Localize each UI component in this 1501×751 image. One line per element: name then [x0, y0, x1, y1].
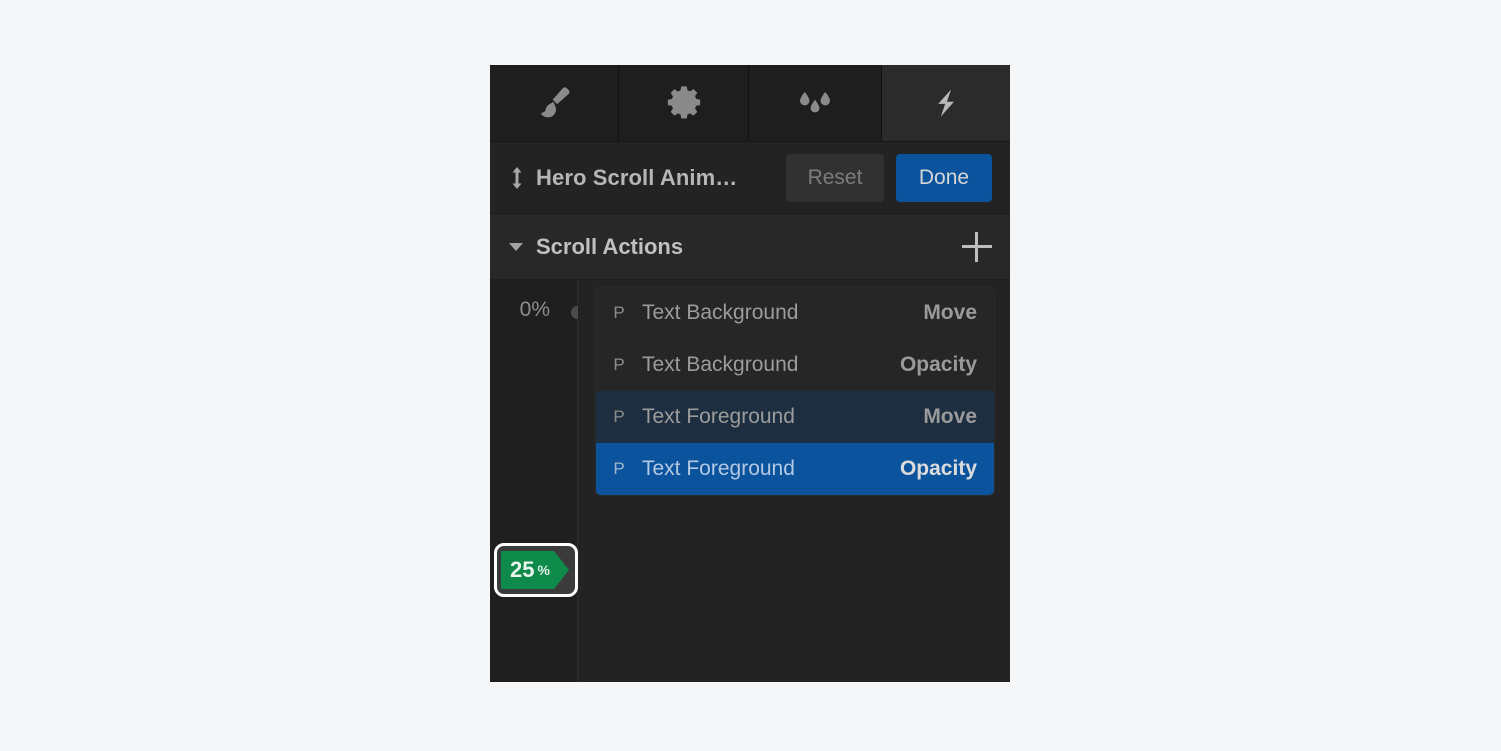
done-button[interactable]: Done [896, 153, 992, 202]
action-list-area: P Text Background Move P Text Background… [578, 280, 1010, 682]
action-target-label: Text Background [642, 301, 799, 324]
animation-name-label: Hero Scroll Anim… [536, 164, 738, 190]
tab-settings[interactable] [619, 65, 749, 141]
action-target-label: Text Foreground [642, 405, 795, 428]
action-property-label: Opacity [899, 457, 977, 480]
reset-button[interactable]: Reset [786, 153, 884, 202]
action-target-label: Text Foreground [642, 457, 795, 480]
scroll-actions-section-header[interactable]: Scroll Actions [490, 214, 1010, 280]
animation-title-bar: Hero Scroll Anim… Reset Done [490, 142, 1010, 214]
timeline-gutter[interactable]: 0% 25 % [490, 280, 584, 682]
timeline-playhead[interactable]: 25 % [494, 543, 578, 597]
action-property-label: Move [923, 405, 977, 428]
timeline-start-label: 0% [519, 298, 550, 321]
lightning-bolt-icon [928, 84, 964, 122]
caret-down-icon[interactable] [504, 235, 528, 259]
section-title: Scroll Actions [536, 233, 684, 259]
panel-tab-strip [490, 65, 1010, 142]
tab-style[interactable] [490, 65, 619, 141]
action-property-label: Move [923, 301, 977, 324]
gear-icon [664, 83, 704, 123]
action-list: P Text Background Move P Text Background… [595, 286, 995, 496]
tab-animations[interactable] [882, 65, 1010, 141]
table-row[interactable]: P Text Foreground Opacity [596, 443, 994, 495]
layer-type-icon: P [613, 303, 625, 322]
layer-type-icon: P [613, 407, 625, 426]
vertical-resize-arrow-icon[interactable] [504, 165, 530, 191]
playhead-unit: % [537, 562, 550, 578]
animation-panel: Hero Scroll Anim… Reset Done Scroll Acti… [490, 65, 1010, 682]
plus-icon[interactable] [962, 231, 992, 262]
action-property-label: Opacity [899, 353, 977, 376]
layer-type-icon: P [613, 459, 625, 478]
paint-brush-icon [534, 83, 574, 123]
water-drops-icon [793, 83, 837, 123]
scroll-actions-body: 0% 25 % P Text Background Move P Text Ba… [490, 280, 1010, 682]
playhead-pennant-shape: 25 % [501, 551, 569, 589]
layer-type-icon: P [613, 355, 625, 374]
tab-effects[interactable] [749, 65, 882, 141]
playhead-value: 25 [510, 557, 535, 582]
table-row[interactable]: P Text Foreground Move [596, 391, 994, 443]
action-target-label: Text Background [642, 353, 799, 376]
table-row[interactable]: P Text Background Move [596, 287, 994, 339]
table-row[interactable]: P Text Background Opacity [596, 339, 994, 391]
